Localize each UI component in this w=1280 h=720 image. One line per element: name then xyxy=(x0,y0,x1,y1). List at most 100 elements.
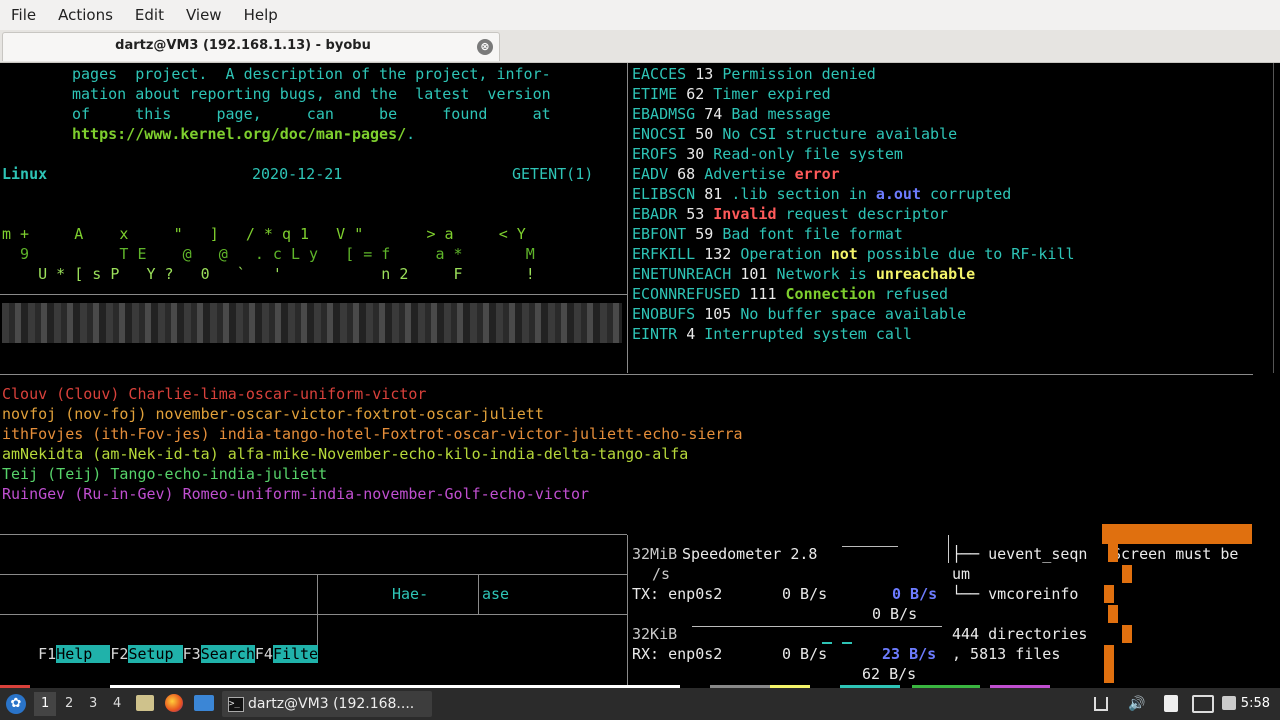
network-icon[interactable] xyxy=(1094,697,1108,711)
errno-description-highlight: error xyxy=(794,165,840,183)
fkey-f1-key: F1 xyxy=(38,645,57,663)
orange-bar-6 xyxy=(1104,645,1114,683)
tx-label: TX: enp0s2 xyxy=(632,585,723,603)
tree-line-vmcoreinfo: └── vmcoreinfo xyxy=(952,585,1079,603)
fkey-f1-help[interactable]: Help xyxy=(56,645,111,663)
errno-description: Network is xyxy=(776,265,876,283)
fkey-f2-setup[interactable]: Setup xyxy=(128,645,183,663)
workspace-3[interactable]: 3 xyxy=(89,696,97,711)
htop-header-line xyxy=(0,574,627,575)
taskbar-task-label: dartz@VM3 (192.168.... xyxy=(248,696,415,712)
workspace-2[interactable]: 2 xyxy=(65,696,73,711)
errno-name: ERFKILL xyxy=(632,245,696,263)
pane-divider-bottom xyxy=(0,534,627,535)
errno-description: Advertise xyxy=(704,165,795,183)
tab-bar: dartz@VM3 (192.168.1.13) - byobu ⊗ xyxy=(0,30,1280,63)
start-menu-icon[interactable]: ✿ xyxy=(6,694,26,714)
errno-number: 81 xyxy=(704,185,723,203)
errno-description: No CSI structure available xyxy=(722,125,958,143)
errno-number: 111 xyxy=(749,285,777,303)
noise-band xyxy=(2,303,622,343)
phonetic-line: ithFovjes (ith-Fov-jes) india-tango-hote… xyxy=(2,425,743,443)
man-footer-left: Linux xyxy=(2,165,48,183)
tx-scale-unit: /s xyxy=(652,565,671,583)
errno-description-highlight: unreachable xyxy=(875,265,976,283)
errno-number: 105 xyxy=(704,305,732,323)
terminal-area[interactable]: pages project. A description of the proj… xyxy=(0,63,1280,685)
desktop-icon[interactable] xyxy=(194,695,214,711)
scrollbar[interactable] xyxy=(1273,63,1274,373)
firefox-icon[interactable] xyxy=(165,694,183,712)
errno-name: EBADMSG xyxy=(632,105,696,123)
man-url[interactable]: https://www.kernel.org/doc/man-pages/ xyxy=(72,125,406,143)
tx-current: 0 B/s xyxy=(782,585,828,603)
errno-name: EROFS xyxy=(632,145,678,163)
rx-average: 62 B/s xyxy=(862,665,917,683)
close-tab-icon[interactable]: ⊗ xyxy=(477,39,493,55)
power-icon[interactable] xyxy=(1222,696,1236,710)
phonetic-line: Clouv (Clouv) Charlie-lima-oscar-uniform… xyxy=(2,385,427,403)
menu-view[interactable]: View xyxy=(175,6,233,24)
clock: 5:58 xyxy=(1240,696,1270,711)
file-manager-icon[interactable] xyxy=(136,695,154,711)
errno-row: EACCES 13 Permission denied xyxy=(632,64,876,84)
errno-name: ENETUNREACH xyxy=(632,265,732,283)
errno-name: ETIME xyxy=(632,85,678,103)
menu-edit[interactable]: Edit xyxy=(124,6,175,24)
errno-row: ERFKILL 132 Operation not possible due t… xyxy=(632,244,1075,264)
tx-peak: 0 B/s xyxy=(892,585,938,603)
man-line-2: mation about reporting bugs, and the lat… xyxy=(72,85,551,103)
errno-name: ENOCSI xyxy=(632,125,687,143)
man-line-1: pages project. A description of the proj… xyxy=(72,65,551,83)
errno-number: 68 xyxy=(677,165,696,183)
orange-bar-4 xyxy=(1108,605,1118,623)
fkey-f3-search[interactable]: Search xyxy=(200,645,255,663)
errno-row: ENOBUFS 105 No buffer space available xyxy=(632,304,966,324)
rx-current: 0 B/s xyxy=(782,645,828,663)
matrix-row-3: U * [ s P Y ? 0 ` ' n 2 F ! xyxy=(2,265,535,283)
menu-file[interactable]: File xyxy=(0,6,47,24)
errno-row: EROFS 30 Read-only file system xyxy=(632,144,903,164)
tree-summary-files: , 5813 files xyxy=(952,645,1061,663)
errno-description: Interrupted system call xyxy=(704,325,912,343)
clipboard-icon[interactable] xyxy=(1164,695,1178,712)
errno-name: EBADR xyxy=(632,205,678,223)
matrix-row-1: m + A x " ] / * q 1 V " > a < Y xyxy=(2,225,526,243)
errno-row: EADV 68 Advertise error xyxy=(632,164,840,184)
orange-bar-1 xyxy=(1108,544,1118,562)
menu-actions[interactable]: Actions xyxy=(47,6,124,24)
workspace-4[interactable]: 4 xyxy=(113,696,121,711)
errno-row: ELIBSCN 81 .lib section in a.out corrupt… xyxy=(632,184,1011,204)
htop-col-1-header[interactable]: Hae- xyxy=(392,584,428,604)
volume-icon[interactable]: 🔊 xyxy=(1128,696,1145,712)
rx-peak: 23 B/s xyxy=(882,645,937,663)
phonetic-line: RuinGev (Ru-in-Gev) Romeo-uniform-india-… xyxy=(2,485,589,503)
taskbar: ✿ 1 2 3 4 >_ dartz@VM3 (192.168.... 🔊 5:… xyxy=(0,688,1280,720)
errno-row: ENETUNREACH 101 Network is unreachable xyxy=(632,264,975,284)
tree-line-uevent-wrap: um xyxy=(952,565,971,583)
orange-bar-3 xyxy=(1104,585,1114,603)
errno-description-highlight: a.out xyxy=(875,185,921,203)
terminal-tab[interactable]: dartz@VM3 (192.168.1.13) - byobu ⊗ xyxy=(2,32,500,61)
errno-name: EACCES xyxy=(632,65,687,83)
fkey-f4-filter[interactable]: Filte xyxy=(272,645,319,663)
pane-divider-horizontal xyxy=(0,374,1253,375)
rx-graph-blip-2 xyxy=(842,642,852,644)
errno-description: No buffer space available xyxy=(740,305,967,323)
screen-message: Screen must be xyxy=(1112,545,1239,563)
display-icon[interactable] xyxy=(1192,695,1214,713)
errno-name: ENOBUFS xyxy=(632,305,696,323)
errno-number: 4 xyxy=(686,325,696,343)
taskbar-terminal-task[interactable]: >_ dartz@VM3 (192.168.... xyxy=(222,691,432,717)
pane-divider-left-mid xyxy=(0,294,627,295)
htop-col-2-header[interactable]: ase xyxy=(482,584,509,604)
errno-description: request descriptor xyxy=(776,205,949,223)
errno-description: Bad message xyxy=(731,105,831,123)
errno-number: 30 xyxy=(686,145,705,163)
phonetic-line: Teij (Teij) Tango-echo-india-juliett xyxy=(2,465,328,483)
fkey-f3-key: F3 xyxy=(182,645,201,663)
tree-line-uevent: ├── uevent_seqn xyxy=(952,545,1088,563)
orange-bar-top xyxy=(1102,524,1252,544)
menu-help[interactable]: Help xyxy=(233,6,289,24)
workspace-1[interactable]: 1 xyxy=(41,696,49,711)
